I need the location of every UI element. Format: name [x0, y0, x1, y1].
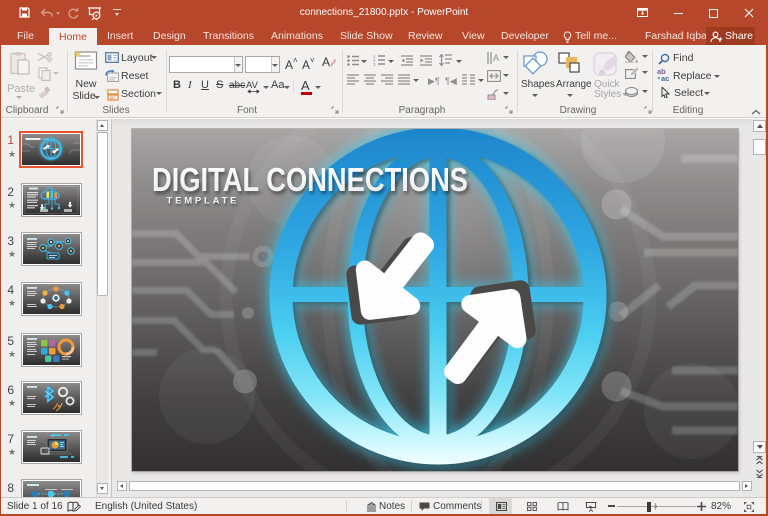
- svg-text:ac: ac: [661, 74, 669, 82]
- svg-text:A: A: [322, 55, 330, 69]
- svg-text:A: A: [493, 53, 499, 63]
- svg-text:DIGITAL CONNECTIONS: DIGITAL CONNECTIONS: [152, 161, 468, 198]
- svg-text:3: 3: [373, 62, 376, 66]
